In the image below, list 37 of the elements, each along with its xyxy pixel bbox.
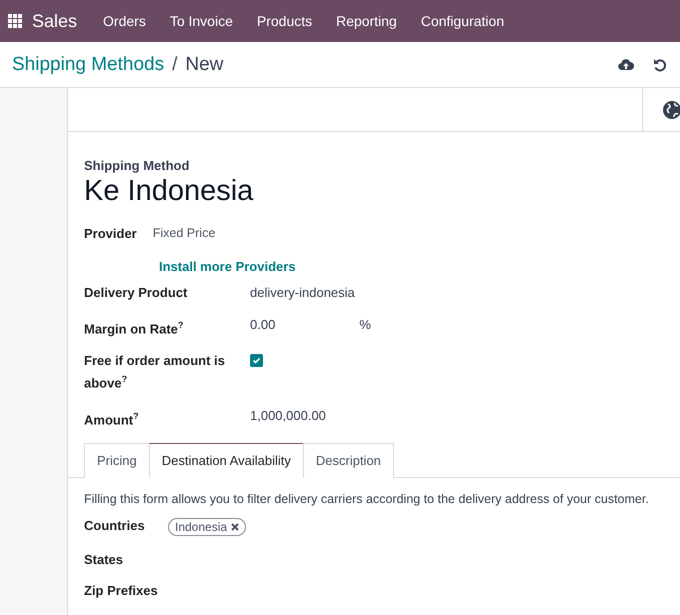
unit-label: %	[359, 316, 371, 334]
field-label: Countries	[84, 518, 146, 535]
field-label: Zip Prefixes	[84, 582, 159, 598]
remove-icon[interactable]	[231, 522, 240, 531]
help-text: Filling this form allows you to filter delivery carriers according to the delivery address of your customer.	[84, 492, 650, 506]
menu-item[interactable]: Orders	[91, 13, 158, 29]
menu-item[interactable]: Reporting	[324, 13, 409, 29]
menu-item[interactable]: Configuration	[408, 13, 516, 29]
country-tag: Indonesia	[168, 518, 246, 536]
field-label: Free if order amount is above$^{?}$	[84, 352, 226, 393]
globe-icon[interactable]	[662, 100, 680, 120]
breadcrumb-separator: /	[172, 54, 178, 76]
cloud-upload-icon[interactable]	[618, 56, 634, 72]
field-value[interactable]: delivery-indonesia	[250, 284, 355, 302]
field-caption: Shipping Method	[84, 158, 190, 173]
app-grid-icon[interactable]	[8, 14, 22, 28]
tab[interactable]: Description	[302, 442, 394, 478]
app-name[interactable]: Sales	[32, 10, 78, 32]
undo-icon[interactable]	[652, 56, 668, 72]
field-value[interactable]: 1,000,000.00	[250, 406, 326, 429]
field-label: States	[84, 552, 124, 567]
menu-item[interactable]: Products	[244, 13, 324, 29]
field-label: Provider	[84, 226, 137, 241]
install-providers-link[interactable]: Install more Providers	[159, 259, 296, 274]
record-name: Ke Indonesia	[84, 175, 254, 208]
field-label: Delivery Product	[84, 284, 188, 302]
checkbox[interactable]	[250, 354, 263, 368]
tab[interactable]: Destination Availability	[148, 442, 304, 478]
field-value[interactable]: 0.00	[250, 316, 276, 338]
breadcrumb-current: New	[185, 54, 224, 76]
tab[interactable]: Pricing	[84, 442, 150, 478]
checkmark-icon	[252, 356, 261, 366]
field-label: Margin on Rate$^{?}$	[84, 319, 184, 338]
breadcrumb-link[interactable]: Shipping Methods	[12, 54, 164, 76]
field-value[interactable]: Fixed Price	[152, 226, 216, 241]
menu-item[interactable]: To Invoice	[158, 13, 245, 29]
field-label: Amount$^{?}$	[84, 410, 140, 429]
